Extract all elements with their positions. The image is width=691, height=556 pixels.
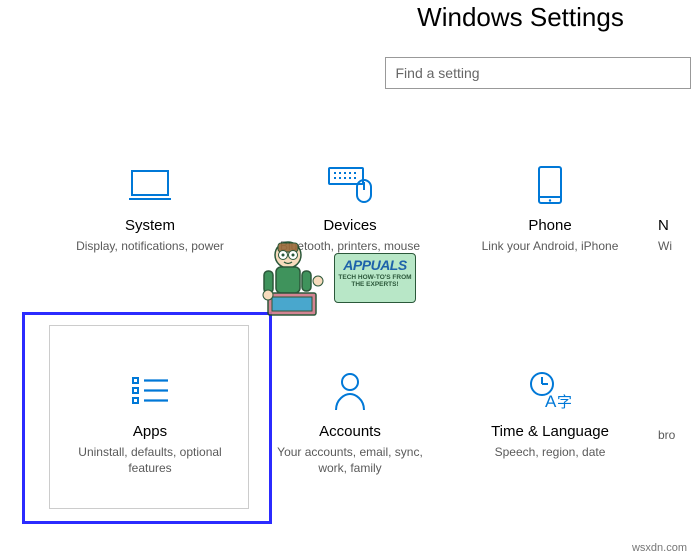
apps-icon bbox=[130, 369, 170, 413]
search-input[interactable] bbox=[385, 57, 691, 89]
tile-desc: bro bbox=[658, 427, 675, 443]
system-icon bbox=[129, 163, 171, 207]
tile-apps[interactable]: Apps Uninstall, defaults, optional featu… bbox=[50, 365, 250, 515]
accounts-icon bbox=[333, 369, 367, 413]
svg-text:字: 字 bbox=[557, 394, 572, 411]
tile-title: System bbox=[125, 217, 175, 234]
tile-time-language[interactable]: A 字 Time & Language Speech, region, date bbox=[450, 365, 650, 515]
tile-title: Time & Language bbox=[491, 423, 609, 440]
phone-icon bbox=[537, 163, 563, 207]
tile-system[interactable]: System Display, notifications, power bbox=[50, 159, 250, 309]
tile-network[interactable]: N Wi bbox=[650, 159, 690, 309]
tile-desc: Link your Android, iPhone bbox=[468, 238, 633, 254]
tile-desc: Uninstall, defaults, optional features bbox=[50, 444, 250, 476]
svg-text:A: A bbox=[545, 392, 557, 411]
tile-accounts[interactable]: Accounts Your accounts, email, sync, wor… bbox=[250, 365, 450, 515]
attribution-text: wsxdn.com bbox=[632, 542, 687, 554]
devices-icon bbox=[327, 163, 373, 207]
tile-desc: Your accounts, email, sync, work, family bbox=[250, 444, 450, 476]
tile-phone[interactable]: Phone Link your Android, iPhone bbox=[450, 159, 650, 309]
tile-title: Phone bbox=[528, 217, 571, 234]
tile-desc: Speech, region, date bbox=[481, 444, 620, 460]
tile-title: Apps bbox=[133, 423, 167, 440]
tile-desc: Bluetooth, printers, mouse bbox=[266, 238, 434, 254]
tile-desc: Wi bbox=[658, 238, 672, 254]
tile-title: N bbox=[658, 217, 669, 234]
time-language-icon: A 字 bbox=[528, 369, 572, 413]
tile-title: Accounts bbox=[319, 423, 381, 440]
page-title: Windows Settings bbox=[350, 2, 691, 33]
tile-title: Devices bbox=[323, 217, 376, 234]
tile-desc: Display, notifications, power bbox=[62, 238, 238, 254]
tile-gaming[interactable]: bro bbox=[650, 365, 690, 515]
tile-devices[interactable]: Devices Bluetooth, printers, mouse bbox=[250, 159, 450, 309]
